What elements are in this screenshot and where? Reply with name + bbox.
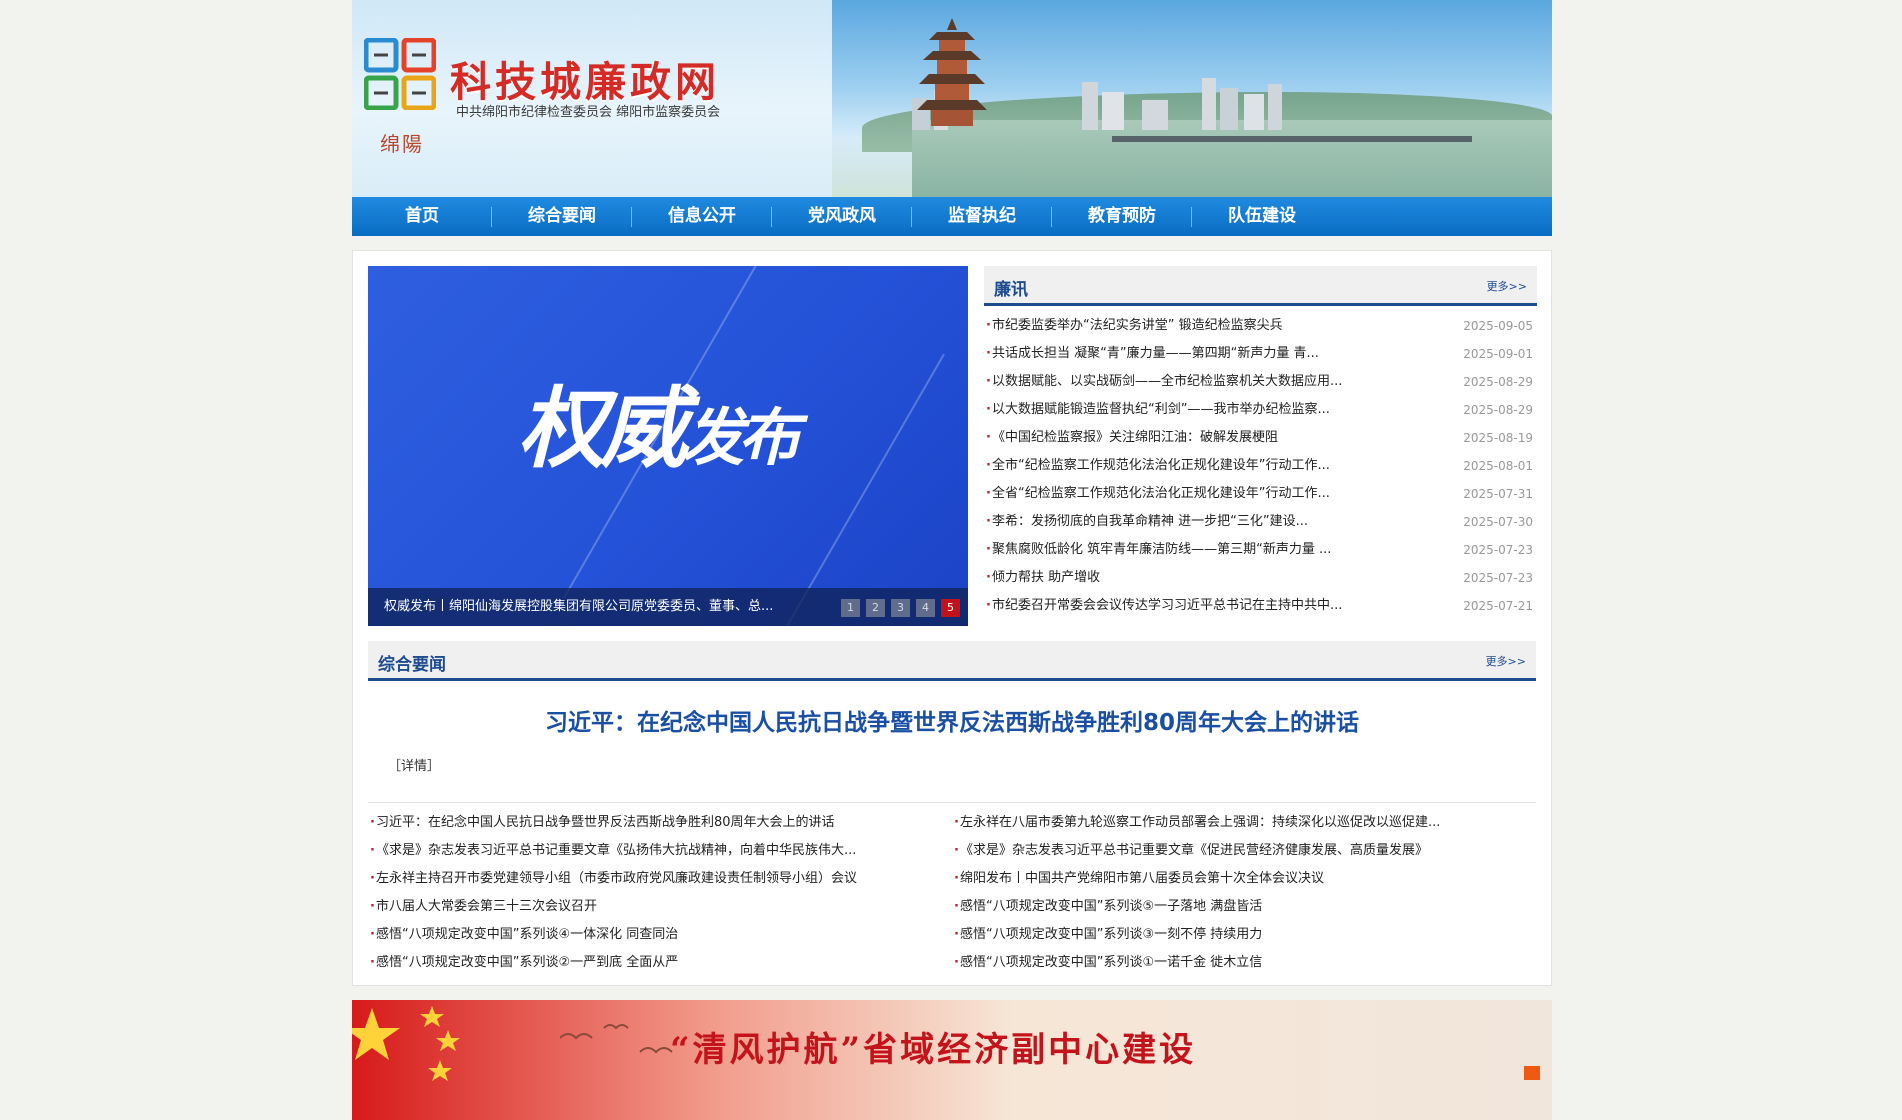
slider-page-3[interactable]: 3 — [891, 599, 910, 617]
nav-item-party-conduct[interactable]: 党风政风 — [772, 197, 912, 236]
detail-link[interactable]: ［详情］ — [388, 755, 1536, 774]
general-news-columns: 习近平：在纪念中国人民抗日战争暨世界反法西斯战争胜利80周年大会上的讲话 《求是… — [368, 803, 1536, 977]
site-header: 绵陽 科技城廉政网 中共绵阳市纪律检查委员会 绵阳市监察委员会 — [352, 0, 1552, 197]
list-item-date: 2025-08-29 — [1463, 403, 1533, 417]
list-item[interactable]: 《求是》杂志发表习近平总书记重要文章《弘扬伟大抗战精神，向着中华民族伟大... — [368, 837, 952, 865]
list-item[interactable]: 感悟“八项规定改变中国”系列谈②一严到底 全面从严 — [368, 949, 952, 977]
list-item-title[interactable]: 市纪委召开常委会会议传达学习习近平总书记在主持中共中... — [992, 592, 1342, 620]
nav-item-home[interactable]: 首页 — [352, 197, 492, 236]
list-item[interactable]: 倾力帮扶 助产增收 2025-07-23 — [984, 564, 1537, 592]
main-content: 权威发布 权威发布丨绵阳仙海发展控股集团有限公司原党委委员、董事、总... 1 … — [352, 250, 1552, 986]
list-item[interactable]: 感悟“八项规定改变中国”系列谈①一诺千金 徙木立信 — [952, 949, 1536, 977]
list-item[interactable]: 聚焦腐败低龄化 筑牢青年廉洁防线——第三期“新声力量 ... 2025-07-23 — [984, 536, 1537, 564]
list-item[interactable]: 左永祥主持召开市委党建领导小组（市委市政府党风廉政建设责任制领导小组）会议 — [368, 865, 952, 893]
list-item[interactable]: 感悟“八项规定改变中国”系列谈⑤一子落地 满盘皆活 — [952, 893, 1536, 921]
banner-slogan: “清风护航”省域经济副中心建设 — [670, 1030, 1197, 1070]
list-item-title[interactable]: 以大数据赋能锻造监督执纪“利剑”——我市举办纪检监察... — [992, 396, 1330, 424]
header-bridge — [1112, 136, 1472, 142]
list-item[interactable]: 习近平：在纪念中国人民抗日战争暨世界反法西斯战争胜利80周年大会上的讲话 — [368, 809, 952, 837]
list-item-date: 2025-08-29 — [1463, 375, 1533, 389]
list-item[interactable]: 感悟“八项规定改变中国”系列谈③一刻不停 持续用力 — [952, 921, 1536, 949]
qingfeng-banner[interactable]: “清风护航”省域经济副中心建设 — [352, 1000, 1552, 1120]
list-item-date: 2025-07-23 — [1463, 571, 1533, 585]
list-item[interactable]: 感悟“八项规定改变中国”系列谈④一体深化 同查同治 — [368, 921, 952, 949]
lianxun-panel: 廉讯 更多>> 市纪委监委举办“法纪实务讲堂” 锻造纪检监察尖兵 2025-09-… — [984, 266, 1537, 620]
star-decoration-icon — [352, 1006, 460, 1081]
list-item[interactable]: 共话成长担当 凝聚“青”廉力量——第四期“新声力量 青... 2025-09-01 — [984, 340, 1537, 368]
nav-item-supervision[interactable]: 监督执纪 — [912, 197, 1052, 236]
list-item-title[interactable]: 聚焦腐败低龄化 筑牢青年廉洁防线——第三期“新声力量 ... — [992, 536, 1331, 564]
main-nav: 首页 综合要闻 信息公开 党风政风 监督执纪 教育预防 队伍建设 — [352, 197, 1552, 236]
general-news-left-list: 习近平：在纪念中国人民抗日战争暨世界反法西斯战争胜利80周年大会上的讲话 《求是… — [368, 809, 952, 977]
list-item-title[interactable]: 《中国纪检监察报》关注绵阳江油：破解发展梗阻 — [992, 424, 1278, 452]
slider-page-5[interactable]: 5 — [941, 599, 960, 617]
slider-page-1[interactable]: 1 — [841, 599, 860, 617]
birds-decoration-icon — [560, 1024, 673, 1054]
nav-item-general-news[interactable]: 综合要闻 — [492, 197, 632, 236]
slider-image-text-b: 发布 — [682, 401, 800, 474]
list-item-date: 2025-07-21 — [1463, 599, 1533, 613]
list-item[interactable]: 左永祥在八届市委第九轮巡察工作动员部署会上强调：持续深化以巡促改以巡促建... — [952, 809, 1536, 837]
lianxun-more-link[interactable]: 更多>> — [1487, 278, 1527, 294]
list-item-date: 2025-07-31 — [1463, 487, 1533, 501]
list-item-title[interactable]: 全市“纪检监察工作规范化法治化正规化建设年”行动工作... — [992, 452, 1330, 480]
lianxun-header: 廉讯 更多>> — [984, 266, 1537, 306]
list-item-title[interactable]: 倾力帮扶 助产增收 — [992, 564, 1100, 592]
general-news-section: 综合要闻 更多>> 习近平：在纪念中国人民抗日战争暨世界反法西斯战争胜利80周年… — [368, 641, 1536, 977]
list-item[interactable]: 《求是》杂志发表习近平总书记重要文章《促进民营经济健康发展、高质量发展》 — [952, 837, 1536, 865]
list-item-title[interactable]: 全省“纪检监察工作规范化法治化正规化建设年”行动工作... — [992, 480, 1330, 508]
slider-caption[interactable]: 权威发布丨绵阳仙海发展控股集团有限公司原党委委员、董事、总... — [384, 588, 773, 626]
list-item-date: 2025-07-23 — [1463, 543, 1533, 557]
general-news-right-list: 左永祥在八届市委第九轮巡察工作动员部署会上强调：持续深化以巡促改以巡促建... … — [952, 809, 1536, 977]
list-item[interactable]: 以大数据赋能锻造监督执纪“利剑”——我市举办纪检监察... 2025-08-29 — [984, 396, 1537, 424]
general-news-header: 综合要闻 更多>> — [368, 641, 1536, 681]
list-item[interactable]: 绵阳发布丨中国共产党绵阳市第八届委员会第十次全体会议决议 — [952, 865, 1536, 893]
list-item-title[interactable]: 共话成长担当 凝聚“青”廉力量——第四期“新声力量 青... — [992, 340, 1319, 368]
nav-item-info-disclosure[interactable]: 信息公开 — [632, 197, 772, 236]
list-item-date: 2025-09-05 — [1463, 319, 1533, 333]
slider-page-4[interactable]: 4 — [916, 599, 935, 617]
list-item[interactable]: 《中国纪检监察报》关注绵阳江油：破解发展梗阻 2025-08-19 — [984, 424, 1537, 452]
list-item[interactable]: 市纪委监委举办“法纪实务讲堂” 锻造纪检监察尖兵 2025-09-05 — [984, 312, 1537, 340]
slider-image-text-a: 权威 — [518, 377, 688, 480]
slider-image-text: 权威发布 — [518, 358, 800, 485]
nav-item-education[interactable]: 教育预防 — [1052, 197, 1192, 236]
image-slider[interactable]: 权威发布 权威发布丨绵阳仙海发展控股集团有限公司原党委委员、董事、总... 1 … — [368, 266, 968, 626]
list-item-date: 2025-09-01 — [1463, 347, 1533, 361]
slider-page-2[interactable]: 2 — [866, 599, 885, 617]
list-item[interactable]: 全省“纪检监察工作规范化法治化正规化建设年”行动工作... 2025-07-31 — [984, 480, 1537, 508]
site-title: 科技城廉政网 — [450, 58, 720, 106]
lianxun-list: 市纪委监委举办“法纪实务讲堂” 锻造纪检监察尖兵 2025-09-05 共话成长担… — [984, 306, 1537, 620]
site-subtitle: 中共绵阳市纪律检查委员会 绵阳市监察委员会 — [456, 105, 721, 120]
pavilion-tower-image — [917, 18, 987, 126]
headline-link[interactable]: 习近平：在纪念中国人民抗日战争暨世界反法西斯战争胜利80周年大会上的讲话 — [368, 703, 1536, 737]
list-item-title[interactable]: 李希：发扬彻底的自我革命精神 进一步把“三化”建设... — [992, 508, 1308, 536]
list-item[interactable]: 全市“纪检监察工作规范化法治化正规化建设年”行动工作... 2025-08-01 — [984, 452, 1537, 480]
banner-corner-mark — [1524, 1066, 1540, 1080]
logo-city-name: 绵陽 — [380, 132, 424, 156]
nav-item-team-building[interactable]: 队伍建设 — [1192, 197, 1332, 236]
list-item[interactable]: 市纪委召开常委会会议传达学习习近平总书记在主持中共中... 2025-07-21 — [984, 592, 1537, 620]
list-item[interactable]: 李希：发扬彻底的自我革命精神 进一步把“三化”建设... 2025-07-30 — [984, 508, 1537, 536]
slider-pagination: 1 2 3 4 5 — [841, 599, 960, 617]
page-wrapper: 绵陽 科技城廉政网 中共绵阳市纪律检查委员会 绵阳市监察委员会 首页 综合要闻 … — [352, 0, 1552, 1120]
list-item-date: 2025-08-01 — [1463, 459, 1533, 473]
general-news-title: 综合要闻 — [378, 655, 446, 675]
header-river — [912, 120, 1552, 197]
lianxun-title: 廉讯 — [994, 280, 1028, 300]
list-item[interactable]: 以数据赋能、以实战砺剑——全市纪检监察机关大数据应用... 2025-08-29 — [984, 368, 1537, 396]
list-item-title[interactable]: 以数据赋能、以实战砺剑——全市纪检监察机关大数据应用... — [992, 368, 1342, 396]
list-item[interactable]: 市八届人大常委会第三十三次会议召开 — [368, 893, 952, 921]
list-item-date: 2025-08-19 — [1463, 431, 1533, 445]
list-item-title[interactable]: 市纪委监委举办“法纪实务讲堂” 锻造纪检监察尖兵 — [992, 312, 1283, 340]
slider-caption-bar: 权威发布丨绵阳仙海发展控股集团有限公司原党委委员、董事、总... 1 2 3 4… — [368, 588, 968, 626]
general-news-more-link[interactable]: 更多>> — [1486, 653, 1526, 669]
site-logo-icon — [364, 38, 436, 110]
list-item-date: 2025-07-30 — [1463, 515, 1533, 529]
